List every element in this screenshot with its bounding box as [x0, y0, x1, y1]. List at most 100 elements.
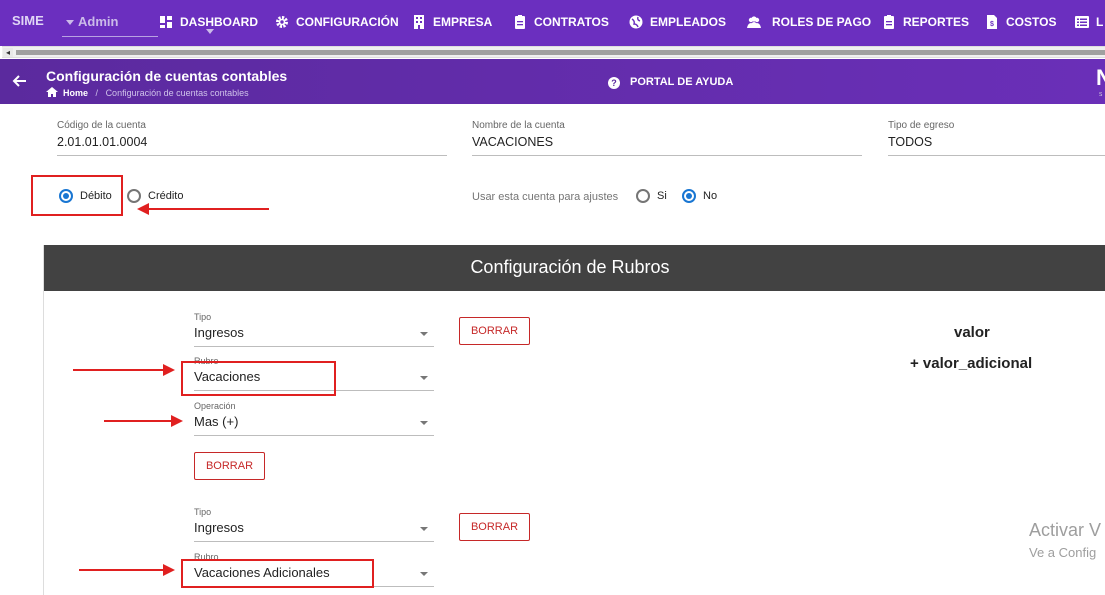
ajustes-no-radio[interactable]: No [682, 189, 717, 203]
ajustes-si-radio[interactable]: Si [636, 189, 667, 203]
borrar-rubro-1-button[interactable]: BORRAR [194, 452, 265, 480]
breadcrumb-separator: / [95, 88, 99, 98]
nav-contratos[interactable]: CONTRATOS [513, 15, 609, 33]
nav-dashboard[interactable]: DASHBOARD [159, 15, 258, 33]
question-icon: ? [608, 77, 620, 89]
breadcrumb-home[interactable]: Home [63, 88, 88, 98]
tipo-egreso-field[interactable]: Tipo de egreso TODOS [888, 120, 1105, 156]
nav-empresa-label: EMPRESA [433, 15, 493, 29]
list-icon [1075, 16, 1089, 28]
breadcrumb: Home / Configuración de cuentas contable… [46, 87, 249, 98]
operacion-value[interactable]: Mas (+) [194, 414, 434, 436]
nav-configuracion[interactable]: CONFIGURACIÓN [275, 15, 399, 33]
dropdown-caret-icon [420, 572, 428, 576]
rubro-1-tipo-select[interactable]: Tipo Ingresos [194, 312, 434, 347]
dashboard-icon [160, 16, 172, 28]
clipboard-icon [884, 15, 894, 29]
tipo-egreso-label: Tipo de egreso [888, 120, 955, 131]
activation-watermark-sub: Ve a Config [1029, 545, 1097, 560]
annotation-arrow-right [104, 415, 183, 427]
nav-more[interactable]: L [1075, 15, 1103, 33]
nav-roles-de-pago-label: ROLES DE PAGO [772, 15, 872, 29]
logo: N [1096, 65, 1105, 90]
horizontal-scrollbar[interactable]: ◂ [2, 46, 1105, 58]
nav-reportes[interactable]: REPORTES [882, 15, 969, 33]
annotation-arrow-left [137, 203, 269, 215]
nombre-label: Nombre de la cuenta [472, 120, 565, 131]
radio-unchecked-icon[interactable] [127, 189, 141, 203]
ajustes-label: Usar esta cuenta para ajustes [472, 191, 619, 203]
nav-dashboard-label: DASHBOARD [180, 15, 258, 29]
nav-roles-de-pago[interactable]: ROLES DE PAGO [743, 15, 871, 33]
nombre-field[interactable]: Nombre de la cuenta VACACIONES [472, 120, 862, 156]
nav-reportes-label: REPORTES [903, 15, 970, 29]
nav-contratos-label: CONTRATOS [534, 15, 609, 29]
logo-subtext: S [1099, 92, 1103, 98]
tipo-label: Tipo [194, 312, 212, 322]
role-select[interactable]: Admin [62, 9, 214, 37]
rubro-2-tipo-select[interactable]: Tipo Ingresos [194, 507, 434, 542]
nav-costos-label: COSTOS [1006, 15, 1057, 29]
rubro-1-operacion-select[interactable]: Operación Mas (+) [194, 401, 434, 436]
invoice-icon: $ [987, 15, 997, 29]
back-arrow-icon[interactable] [11, 72, 29, 90]
breadcrumb-current: Configuración de cuentas contables [105, 88, 249, 98]
dropdown-caret-icon [420, 527, 428, 531]
operacion-value-text: Mas (+) [194, 414, 239, 429]
help-portal-link[interactable]: ? PORTAL DE AYUDA [608, 76, 733, 89]
radio-checked-icon[interactable] [682, 189, 696, 203]
activation-watermark: Activar V [1029, 520, 1102, 540]
users-icon [747, 16, 761, 28]
tipo-label: Tipo [194, 507, 212, 517]
radio-unchecked-icon[interactable] [636, 189, 650, 203]
dropdown-caret-icon [420, 376, 428, 380]
nav-configuracion-label: CONFIGURACIÓN [296, 15, 399, 29]
gear-icon [276, 16, 288, 28]
credito-label: Crédito [148, 190, 184, 202]
annotation-arrow-right [79, 564, 175, 576]
annotation-highlight-debito [31, 175, 123, 216]
building-icon [414, 15, 424, 29]
page-title: Configuración de cuentas contables [46, 68, 288, 84]
home-icon[interactable] [46, 87, 58, 97]
codigo-input[interactable]: 2.01.01.01.0004 [57, 135, 447, 156]
borrar-tipo-1-button[interactable]: BORRAR [459, 317, 530, 345]
codigo-field[interactable]: Código de la cuenta 2.01.01.01.0004 [57, 120, 447, 156]
tipo-value-text: Ingresos [194, 325, 244, 340]
tipo-value-text: Ingresos [194, 520, 244, 535]
annotation-highlight-rubro-2 [181, 559, 374, 588]
formula-line-1: valor [954, 324, 990, 341]
top-navbar: SIME Admin DASHBOARD CONFIGURACIÓN EMPRE… [0, 0, 1105, 46]
operacion-label: Operación [194, 401, 236, 411]
formula-line-2: + valor_adicional [910, 355, 1033, 372]
globe-icon [629, 15, 643, 29]
svg-text:$: $ [990, 21, 994, 28]
chevron-down-icon [66, 20, 74, 25]
annotation-arrow-right [73, 364, 175, 376]
nombre-input[interactable]: VACACIONES [472, 135, 862, 156]
rubros-panel-title: Configuración de Rubros [44, 245, 1105, 291]
brand-label[interactable]: SIME [12, 13, 44, 28]
nav-more-label: L [1096, 15, 1104, 29]
page-header: Configuración de cuentas contables Home … [0, 59, 1105, 104]
clipboard-icon [515, 15, 525, 29]
help-portal-label: PORTAL DE AYUDA [630, 76, 734, 88]
dropdown-caret-icon [420, 332, 428, 336]
nav-empresa[interactable]: EMPRESA [412, 15, 492, 33]
nav-costos[interactable]: $ COSTOS [985, 15, 1056, 33]
credito-radio[interactable]: Crédito [127, 189, 183, 203]
nav-empleados-label: EMPLEADOS [650, 15, 727, 29]
codigo-label: Código de la cuenta [57, 120, 146, 131]
borrar-tipo-2-button[interactable]: BORRAR [459, 513, 530, 541]
tipo-egreso-select[interactable]: TODOS [888, 135, 1105, 156]
role-label: Admin [78, 14, 119, 29]
scroll-left-arrow-icon[interactable]: ◂ [3, 48, 13, 57]
app-root: SIME Admin DASHBOARD CONFIGURACIÓN EMPRE… [0, 0, 1105, 595]
tipo-value[interactable]: Ingresos [194, 325, 434, 347]
tipo-value[interactable]: Ingresos [194, 520, 434, 542]
si-label: Si [657, 190, 667, 202]
nav-empleados[interactable]: EMPLEADOS [629, 15, 726, 33]
scroll-thumb[interactable] [16, 50, 1105, 55]
annotation-highlight-rubro-1 [181, 361, 336, 396]
dropdown-caret-icon [420, 421, 428, 425]
